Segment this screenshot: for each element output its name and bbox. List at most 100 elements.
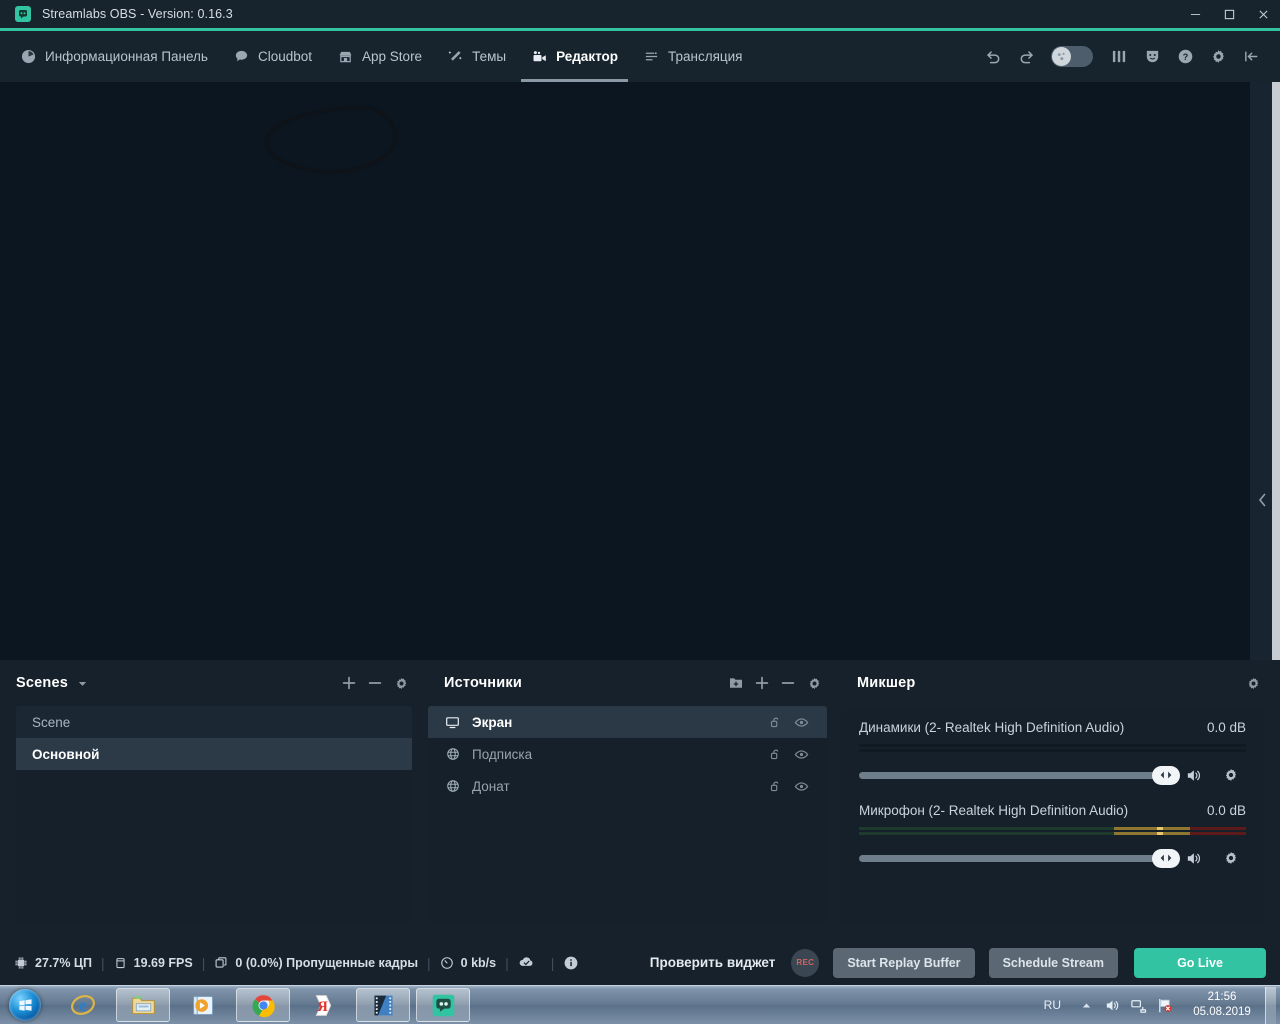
eye-icon[interactable] <box>788 710 815 734</box>
clock-time: 21:56 <box>1207 991 1237 1003</box>
sources-list[interactable]: Экран Подписка Донат <box>428 706 827 924</box>
nav-item-live[interactable]: Трансляция <box>633 31 752 82</box>
nav-item-app-store[interactable]: App Store <box>327 31 432 82</box>
volume-slider[interactable] <box>859 765 1180 785</box>
source-list-item[interactable]: Подписка <box>428 738 827 770</box>
internet-explorer-icon[interactable]: e <box>56 988 110 1022</box>
source-label: Экран <box>472 714 513 730</box>
windows-media-player-icon[interactable] <box>176 988 230 1022</box>
source-list-item[interactable]: Донат <box>428 770 827 802</box>
svg-text:?: ? <box>1182 52 1187 62</box>
add-folder-icon[interactable] <box>723 670 749 696</box>
nav-item-themes[interactable]: Темы <box>437 31 516 82</box>
sources-tools <box>723 670 827 696</box>
mixer-channel-header: Микрофон (2- Realtek High Definition Aud… <box>859 803 1246 818</box>
go-live-button[interactable]: Go Live <box>1134 947 1266 978</box>
minimize-button[interactable] <box>1178 0 1212 28</box>
tray-language[interactable]: RU <box>1044 998 1061 1012</box>
info-status <box>563 955 586 971</box>
layout-editor-icon[interactable] <box>1104 42 1134 72</box>
tray-clock[interactable]: 21:56 05.08.2019 <box>1185 990 1259 1020</box>
undo-icon[interactable] <box>978 42 1008 72</box>
source-actions <box>761 710 815 734</box>
streamlabs-obs-icon[interactable] <box>416 988 470 1022</box>
nav-item-label: Cloudbot <box>257 49 313 64</box>
show-desktop-button[interactable] <box>1265 986 1276 1024</box>
chevron-up-icon[interactable] <box>1075 990 1097 1020</box>
nav-item-editor[interactable]: Редактор <box>521 31 628 82</box>
scene-list-item[interactable]: Основной <box>16 738 412 770</box>
cloud-check-icon[interactable] <box>518 954 535 971</box>
scenes-title: Scenes <box>16 675 68 691</box>
mixer-channel-db: 0.0 dB <box>1206 803 1246 818</box>
nav-item-label: App Store <box>362 49 423 64</box>
cloud-status <box>518 954 542 971</box>
right-panel-rail <box>1250 82 1272 660</box>
unlock-icon[interactable] <box>761 742 788 766</box>
scene-settings-icon[interactable] <box>388 670 414 696</box>
mixer-panel-header: Микшер <box>841 660 1280 706</box>
volume-icon[interactable] <box>1101 990 1123 1020</box>
record-button[interactable]: REC <box>791 948 820 977</box>
google-chrome-icon[interactable] <box>236 988 290 1022</box>
speaker-icon[interactable] <box>1178 763 1208 787</box>
mixer-channel: Микрофон (2- Realtek High Definition Aud… <box>859 803 1246 870</box>
scenes-list[interactable]: Scene Основной <box>16 706 412 924</box>
cpu-value: 27.7% ЦП <box>35 955 93 970</box>
mixer-settings-icon[interactable] <box>1240 670 1266 696</box>
theater-masks-icon[interactable] <box>1137 42 1167 72</box>
source-label: Донат <box>472 778 510 794</box>
add-source-icon[interactable] <box>749 670 775 696</box>
channel-settings-icon[interactable] <box>1216 846 1246 870</box>
title-bar: Streamlabs OBS - Version: 0.16.3 <box>0 0 1280 28</box>
preview-scrollbar[interactable] <box>1272 82 1280 660</box>
volume-slider-row <box>859 846 1246 870</box>
nav-item-cloudbot[interactable]: Cloudbot <box>223 31 322 82</box>
volume-slider[interactable] <box>859 848 1180 868</box>
window-controls <box>1178 0 1280 28</box>
channel-settings-icon[interactable] <box>1216 763 1246 787</box>
schedule-stream-button[interactable]: Schedule Stream <box>988 947 1118 978</box>
add-scene-icon[interactable] <box>336 670 362 696</box>
help-icon[interactable]: ? <box>1170 42 1200 72</box>
source-list-item[interactable]: Экран <box>428 706 827 738</box>
settings-gear-icon[interactable] <box>1203 42 1233 72</box>
windows-start-orb[interactable] <box>2 987 48 1023</box>
source-settings-icon[interactable] <box>801 670 827 696</box>
eye-icon[interactable] <box>788 742 815 766</box>
preview-canvas[interactable] <box>0 82 1250 660</box>
nav-item-dashboard[interactable]: Информационная Панель <box>10 31 218 82</box>
scene-label: Основной <box>32 746 100 762</box>
maximize-button[interactable] <box>1212 0 1246 28</box>
chevron-down-icon[interactable] <box>77 678 88 689</box>
info-icon[interactable] <box>563 955 579 971</box>
status-separator: | <box>427 954 431 971</box>
night-mode-toggle[interactable] <box>1051 46 1093 67</box>
windows-taskbar: e Я RU 21:56 05.08.2019 <box>0 985 1280 1024</box>
nav-item-label: Темы <box>472 49 507 64</box>
remove-scene-icon[interactable] <box>362 670 388 696</box>
close-button[interactable] <box>1246 0 1280 28</box>
unlock-icon[interactable] <box>761 710 788 734</box>
check-widget-link[interactable]: Проверить виджет <box>650 955 776 970</box>
cpu-status: 27.7% ЦП <box>14 956 92 970</box>
remove-source-icon[interactable] <box>775 670 801 696</box>
collapse-panel-icon[interactable] <box>1236 42 1266 72</box>
scene-list-item[interactable]: Scene <box>16 706 412 738</box>
redo-icon[interactable] <box>1011 42 1041 72</box>
network-icon[interactable] <box>1127 990 1149 1020</box>
expand-right-panel-button[interactable] <box>1255 490 1269 510</box>
volume-slider-handle[interactable] <box>1152 848 1180 868</box>
start-replay-buffer-button[interactable]: Start Replay Buffer <box>833 947 975 978</box>
fps-icon <box>114 956 127 970</box>
magic-wand-icon <box>447 48 464 65</box>
flag-alert-icon[interactable] <box>1153 990 1175 1020</box>
movie-maker-icon[interactable] <box>356 988 410 1022</box>
eye-icon[interactable] <box>788 774 815 798</box>
file-explorer-icon[interactable] <box>116 988 170 1022</box>
source-label: Подписка <box>472 746 533 762</box>
volume-slider-handle[interactable] <box>1152 765 1180 785</box>
speaker-icon[interactable] <box>1178 846 1208 870</box>
yandex-browser-icon[interactable]: Я <box>296 988 350 1022</box>
unlock-icon[interactable] <box>761 774 788 798</box>
